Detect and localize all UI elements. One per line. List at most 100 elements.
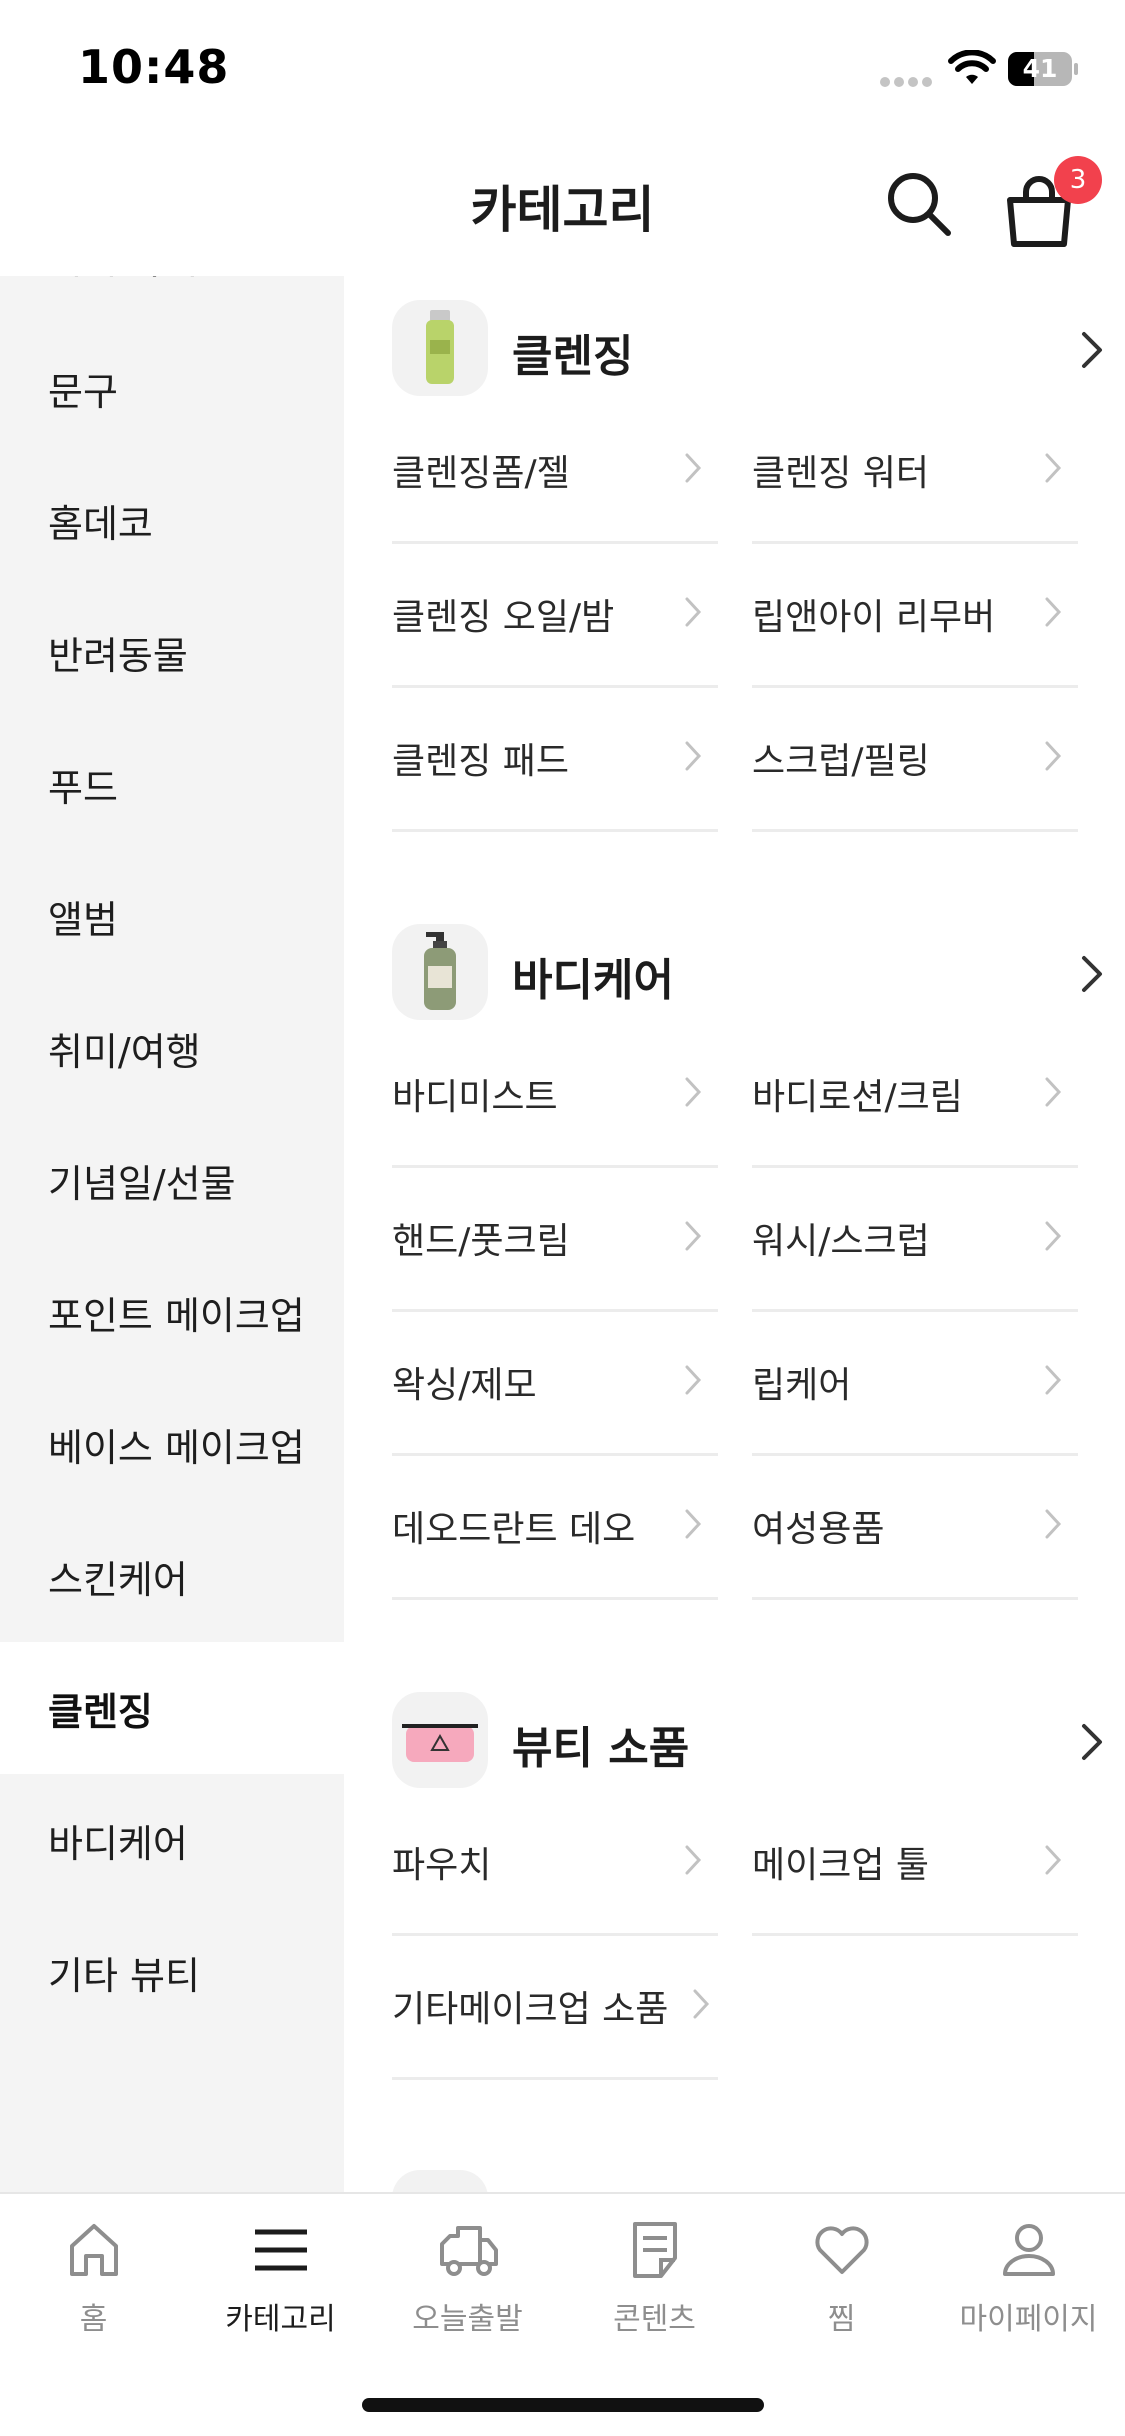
subcategory-item[interactable]: 바디로션/크림: [752, 1024, 1078, 1168]
battery-level: 41: [1022, 54, 1058, 83]
sidebar-item-skincare[interactable]: 스킨케어: [0, 1510, 344, 1642]
nav-label: 카테고리: [225, 2302, 336, 2337]
truck-icon: [439, 2226, 498, 2276]
chevron-right-icon: [693, 1989, 710, 2019]
next-section-thumbnail: [392, 2170, 488, 2192]
sidebar-item-album[interactable]: 앨범: [0, 850, 344, 982]
subcategory-item[interactable]: 워시/스크럽: [752, 1168, 1078, 1312]
sidebar-item-gift[interactable]: 기념일/선물: [0, 1114, 344, 1246]
category-sidebar: 디지털/가전 문구 홈데코 반려동물 푸드 앨범 취미/여행 기념일/선물 포인…: [0, 276, 344, 2192]
nav-label: 찜: [827, 2302, 856, 2337]
subcategory-item[interactable]: 립케어: [752, 1312, 1078, 1456]
cart-button[interactable]: 3: [996, 156, 1102, 247]
section-header[interactable]: 클렌징: [392, 300, 1122, 400]
subcategory-label: 클렌징 패드: [392, 741, 570, 782]
chevron-right-icon: [1045, 1365, 1062, 1395]
subcategory-label: 클렌징 워터: [752, 453, 930, 494]
nav-category[interactable]: 카테고리: [187, 2218, 374, 2358]
section-title: 바디케어: [512, 955, 674, 1006]
subcategory-item[interactable]: 파우치: [392, 1792, 718, 1936]
chevron-right-icon: [1045, 741, 1062, 771]
nav-today-shipping[interactable]: 오늘출발: [374, 2218, 561, 2358]
chevron-right-icon: [685, 597, 702, 627]
chevron-right-icon: [1082, 332, 1102, 368]
search-icon: [888, 173, 951, 236]
nav-home[interactable]: 홈: [0, 2218, 187, 2358]
sidebar-item-point-makeup[interactable]: 포인트 메이크업: [0, 1246, 344, 1378]
subcategory-label: 클렌징폼/젤: [392, 453, 570, 494]
subcategory-label: 스크럽/필링: [752, 741, 930, 782]
nav-label: 마이페이지: [959, 2302, 1098, 2337]
sidebar-item-base-makeup[interactable]: 베이스 메이크업: [0, 1378, 344, 1510]
subcategory-item[interactable]: 클렌징폼/젤: [392, 400, 718, 544]
subcategory-label: 립앤아이 리무버: [752, 597, 996, 638]
signal-icon: [880, 72, 936, 87]
subcategory-label: 핸드/풋크림: [392, 1221, 570, 1262]
cart-count-badge: 3: [1054, 156, 1102, 204]
home-icon: [69, 2224, 118, 2276]
bottom-nav: 홈 카테고리 오늘출발 콘텐츠 찜 마이페이지: [0, 2192, 1125, 2436]
sidebar-item-home-deco[interactable]: 홈데코: [0, 454, 344, 586]
section-cleansing: 클렌징 클렌징폼/젤 클렌징 워터 클렌징 오일/밤 립앤아이 리무버 클렌징 …: [392, 300, 1122, 832]
subcategory-label: 왁싱/제모: [392, 1365, 537, 1406]
subcategory-item[interactable]: 클렌징 패드: [392, 688, 718, 832]
search-button[interactable]: [880, 164, 960, 244]
subcategory-item[interactable]: 바디미스트: [392, 1024, 718, 1168]
chevron-right-icon: [1045, 453, 1062, 483]
subcategory-label: 데오드란트 데오: [392, 1509, 636, 1550]
subcategory-item[interactable]: 립앤아이 리무버: [752, 544, 1078, 688]
chevron-right-icon: [1045, 1509, 1062, 1539]
subcategory-item[interactable]: 왁싱/제모: [392, 1312, 718, 1456]
chevron-right-icon: [685, 1509, 702, 1539]
sidebar-item-bodycare[interactable]: 바디케어: [0, 1774, 344, 1906]
subcategory-label: 워시/스크럽: [752, 1221, 930, 1262]
chevron-right-icon: [1082, 956, 1102, 992]
subcategory-item[interactable]: 데오드란트 데오: [392, 1456, 718, 1600]
chevron-right-icon: [1045, 1077, 1062, 1107]
subcategory-label: 파우치: [392, 1845, 492, 1886]
status-time: 10:48: [78, 40, 230, 94]
nav-label: 오늘출발: [412, 2302, 523, 2337]
chevron-right-icon: [1045, 1845, 1062, 1875]
sidebar-item-cleansing[interactable]: 클렌징: [0, 1642, 344, 1774]
section-bodycare: 바디케어 바디미스트 바디로션/크림 핸드/풋크림 워시/스크럽 왁싱/제모 립…: [392, 924, 1122, 1600]
section-title: 뷰티 소품: [512, 1723, 690, 1774]
subcategory-item[interactable]: 클렌징 오일/밤: [392, 544, 718, 688]
subcategory-item[interactable]: 기타메이크업 소품: [392, 1936, 718, 2080]
subcategory-item[interactable]: 메이크업 툴: [752, 1792, 1078, 1936]
section-title: 클렌징: [512, 331, 634, 382]
nav-contents[interactable]: 콘텐츠: [561, 2218, 748, 2358]
subcategory-item[interactable]: 여성용품: [752, 1456, 1078, 1600]
section-header[interactable]: 뷰티 소품: [392, 1692, 1122, 1792]
subcategory-label: 여성용품: [752, 1509, 885, 1550]
category-content: 클렌징 클렌징폼/젤 클렌징 워터 클렌징 오일/밤 립앤아이 리무버 클렌징 …: [344, 276, 1125, 2192]
chevron-right-icon: [1082, 1724, 1102, 1760]
heart-icon: [814, 2226, 869, 2274]
menu-icon: [254, 2229, 307, 2271]
sidebar-item-pet[interactable]: 반려동물: [0, 586, 344, 718]
chevron-right-icon: [685, 1845, 702, 1875]
subcategory-label: 메이크업 툴: [752, 1845, 930, 1886]
subcategory-item[interactable]: 스크럽/필링: [752, 688, 1078, 832]
chevron-right-icon: [685, 741, 702, 771]
subcategory-label: 바디로션/크림: [752, 1077, 963, 1118]
header: 카테고리 3: [0, 132, 1125, 276]
chevron-right-icon: [685, 453, 702, 483]
wifi-icon: [948, 50, 996, 84]
sidebar-item-food[interactable]: 푸드: [0, 718, 344, 850]
section-thumbnail: [392, 924, 488, 1020]
sidebar-item-stationery[interactable]: 문구: [0, 322, 344, 454]
user-icon: [1002, 2224, 1055, 2276]
chevron-right-icon: [685, 1365, 702, 1395]
nav-mypage[interactable]: 마이페이지: [935, 2218, 1122, 2358]
subcategory-item[interactable]: 핸드/풋크림: [392, 1168, 718, 1312]
section-beauty-tools: 뷰티 소품 파우치 메이크업 툴 기타메이크업 소품: [392, 1692, 1122, 2080]
subcategory-item[interactable]: 클렌징 워터: [752, 400, 1078, 544]
section-header[interactable]: 바디케어: [392, 924, 1122, 1024]
sidebar-item-other-beauty[interactable]: 기타 뷰티: [0, 1906, 344, 2038]
sidebar-item-digital[interactable]: 디지털/가전: [0, 276, 344, 322]
sidebar-item-hobby[interactable]: 취미/여행: [0, 982, 344, 1114]
nav-label: 홈: [79, 2302, 108, 2337]
section-thumbnail: [392, 1692, 488, 1788]
nav-wishlist[interactable]: 찜: [748, 2218, 935, 2358]
